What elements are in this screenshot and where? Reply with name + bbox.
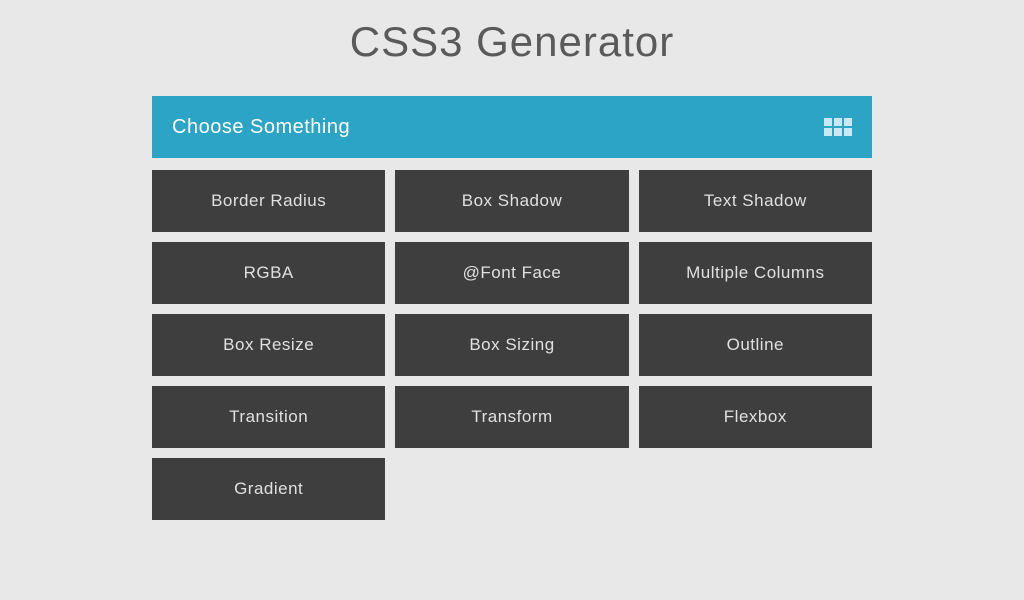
option-multiple-columns[interactable]: Multiple Columns <box>639 242 872 304</box>
option-border-radius[interactable]: Border Radius <box>152 170 385 232</box>
option-gradient[interactable]: Gradient <box>152 458 385 520</box>
option-transform[interactable]: Transform <box>395 386 628 448</box>
page-title: CSS3 Generator <box>152 18 872 66</box>
option-transition[interactable]: Transition <box>152 386 385 448</box>
option-text-shadow[interactable]: Text Shadow <box>639 170 872 232</box>
option-flexbox[interactable]: Flexbox <box>639 386 872 448</box>
option-box-sizing[interactable]: Box Sizing <box>395 314 628 376</box>
option-box-resize[interactable]: Box Resize <box>152 314 385 376</box>
option-rgba[interactable]: RGBA <box>152 242 385 304</box>
selector-label: Choose Something <box>172 116 350 139</box>
options-grid: Border Radius Box Shadow Text Shadow RGB… <box>152 170 872 520</box>
option-box-shadow[interactable]: Box Shadow <box>395 170 628 232</box>
option-font-face[interactable]: @Font Face <box>395 242 628 304</box>
selector-header[interactable]: Choose Something <box>152 96 872 158</box>
option-outline[interactable]: Outline <box>639 314 872 376</box>
grid-icon <box>824 118 852 136</box>
